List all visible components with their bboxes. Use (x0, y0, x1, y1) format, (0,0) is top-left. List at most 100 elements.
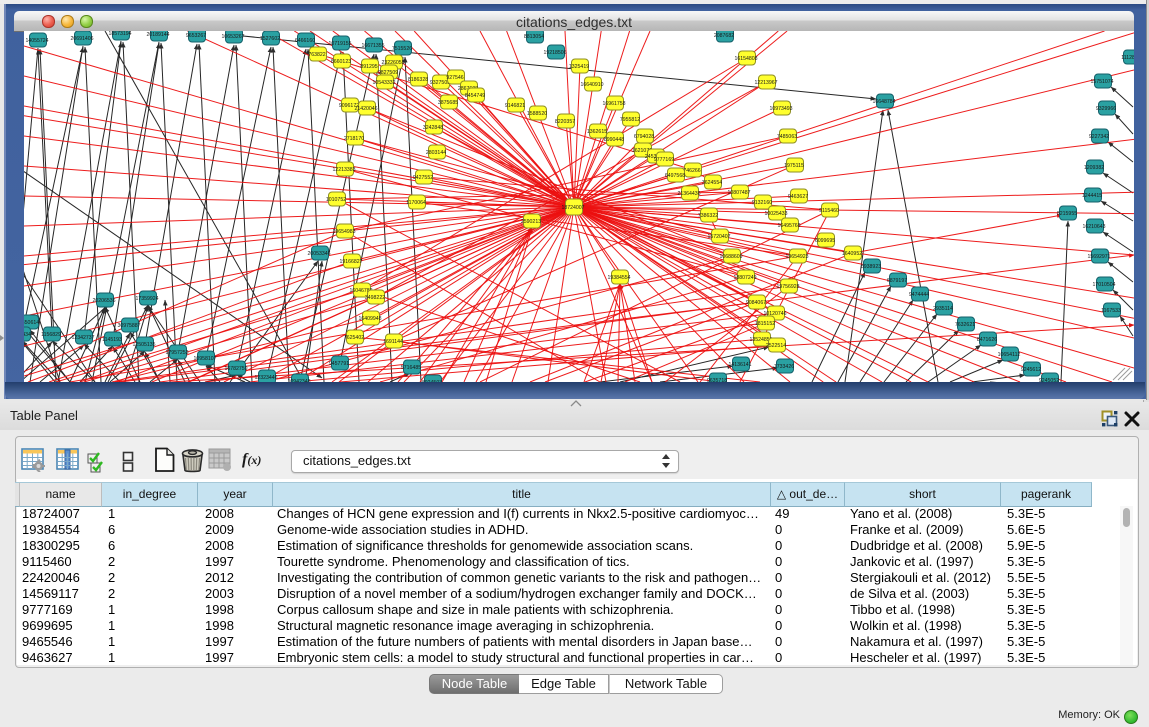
svg-text:746266: 746266 (683, 168, 700, 174)
svg-text:4350614: 4350614 (24, 320, 39, 326)
svg-text:7955812: 7955812 (620, 117, 640, 123)
svg-text:8215955: 8215955 (1057, 211, 1077, 217)
svg-text:3875685: 3875685 (438, 100, 458, 106)
svg-text:8471626: 8471626 (977, 337, 997, 343)
svg-text:10973493: 10973493 (769, 106, 792, 112)
svg-text:1733426: 1733426 (774, 364, 794, 370)
svg-text:12342737: 12342737 (71, 335, 94, 341)
svg-text:9474444: 9474444 (909, 292, 929, 298)
svg-text:1209382: 1209382 (1084, 165, 1104, 171)
svg-text:10719155: 10719155 (328, 41, 351, 47)
svg-text:9245612: 9245612 (1021, 367, 1041, 373)
svg-text:20206536: 20206536 (92, 298, 115, 304)
svg-text:1167533: 1167533 (1101, 308, 1121, 314)
svg-text:1362615: 1362615 (587, 129, 607, 135)
svg-text:1156829: 1156829 (41, 332, 61, 338)
svg-text:1975115: 1975115 (784, 163, 804, 169)
svg-text:6466160: 6466160 (295, 38, 315, 44)
svg-text:19756928: 19756928 (776, 284, 799, 290)
svg-text:8454749: 8454749 (465, 93, 485, 99)
svg-text:19166827: 19166827 (339, 259, 362, 265)
svg-text:12323446: 12323446 (254, 375, 277, 381)
svg-text:10654112: 10654112 (998, 352, 1021, 358)
svg-text:16961758: 16961758 (602, 101, 625, 107)
svg-text:17957253: 17957253 (165, 350, 188, 356)
svg-text:10543332: 10543332 (372, 80, 395, 86)
svg-text:2718170: 2718170 (344, 136, 364, 142)
svg-text:6879197: 6879197 (887, 278, 907, 284)
svg-text:8813054: 8813054 (524, 34, 544, 40)
svg-text:20691406: 20691406 (70, 36, 93, 42)
svg-text:5716485: 5716485 (401, 365, 421, 371)
svg-text:6497568: 6497568 (665, 173, 685, 179)
svg-text:12213383: 12213383 (332, 167, 355, 173)
svg-text:2087682: 2087682 (714, 33, 734, 39)
svg-text:2803144: 2803144 (426, 150, 446, 156)
svg-text:15720407: 15720407 (707, 234, 730, 240)
svg-text:8938923: 8938923 (861, 264, 881, 270)
svg-text:15692971: 15692971 (1087, 254, 1110, 260)
svg-text:19384554: 19384554 (607, 275, 630, 281)
svg-text:17359924: 17359924 (135, 296, 158, 302)
svg-text:10958107: 10958107 (193, 356, 216, 362)
svg-text:3624554: 3624554 (702, 180, 722, 186)
svg-text:1145193: 1145193 (102, 337, 122, 343)
svg-text:3911434: 3911434 (24, 332, 31, 338)
svg-text:3498222: 3498222 (365, 295, 385, 301)
svg-text:1010752: 1010752 (326, 197, 346, 203)
svg-text:16782759: 16782759 (224, 366, 247, 372)
svg-text:2522514: 2522514 (766, 343, 786, 349)
svg-text:2590213: 2590213 (521, 219, 541, 225)
svg-text:1588520: 1588520 (527, 111, 547, 117)
svg-text:9777169: 9777169 (654, 157, 674, 163)
svg-text:20189144: 20189144 (146, 32, 169, 38)
svg-text:7386322: 7386322 (698, 213, 718, 219)
svg-text:8660123: 8660123 (331, 59, 351, 65)
svg-text:1527602: 1527602 (260, 36, 280, 42)
svg-text:6794028: 6794028 (634, 134, 654, 140)
svg-text:12505135: 12505135 (132, 342, 155, 348)
svg-text:9427552: 9427552 (413, 175, 433, 181)
svg-text:30975887: 30975887 (117, 323, 140, 329)
svg-text:16210643: 16210643 (1082, 224, 1105, 230)
svg-text:9146821: 9146821 (505, 103, 525, 109)
svg-text:7625402: 7625402 (344, 335, 364, 341)
svg-text:3242848: 3242848 (423, 125, 443, 131)
svg-text:10025433: 10025433 (764, 211, 787, 217)
svg-text:9653267: 9653267 (186, 33, 206, 39)
svg-text:21364436: 21364436 (677, 191, 700, 197)
svg-text:20053346: 20053346 (307, 251, 330, 257)
svg-text:9132160: 9132160 (752, 200, 772, 206)
svg-text:19654923: 19654923 (785, 254, 808, 260)
svg-text:9329966: 9329966 (1096, 106, 1116, 112)
svg-text:16409948: 16409948 (358, 316, 381, 322)
svg-text:8220357: 8220357 (555, 119, 575, 125)
svg-text:763822: 763822 (308, 52, 325, 58)
svg-text:16495768: 16495768 (777, 223, 800, 229)
svg-text:8990448: 8990448 (604, 137, 624, 143)
svg-text:16648784: 16648784 (872, 99, 895, 105)
svg-text:9084067: 9084067 (746, 300, 766, 306)
svg-text:16671355: 16671355 (361, 43, 384, 49)
svg-text:15751074: 15751074 (1090, 79, 1113, 85)
svg-text:7515526: 7515526 (392, 46, 412, 52)
svg-text:10807487: 10807487 (727, 190, 750, 196)
svg-text:6099695: 6099695 (815, 238, 835, 244)
svg-text:18724007: 18724007 (561, 205, 584, 211)
svg-text:1244415: 1244415 (1082, 193, 1102, 199)
svg-text:16640910: 16640910 (580, 82, 603, 88)
svg-text:1325419: 1325419 (569, 64, 589, 70)
svg-text:8186328: 8186328 (408, 77, 428, 83)
svg-text:1640952: 1640952 (842, 251, 862, 257)
svg-text:9457791: 9457791 (329, 361, 349, 367)
svg-text:891295: 891295 (360, 64, 377, 70)
svg-text:9227342: 9227342 (1089, 134, 1109, 140)
svg-text:2935114: 2935114 (933, 306, 953, 312)
svg-text:927546: 927546 (446, 75, 463, 81)
svg-text:12213967: 12213967 (754, 80, 777, 86)
svg-text:1815152: 1815152 (755, 321, 775, 327)
svg-text:10653267: 10653267 (221, 34, 244, 40)
svg-text:10688609: 10688609 (719, 254, 742, 260)
svg-text:18807249: 18807249 (733, 275, 756, 281)
svg-text:14055724: 14055724 (25, 38, 48, 44)
